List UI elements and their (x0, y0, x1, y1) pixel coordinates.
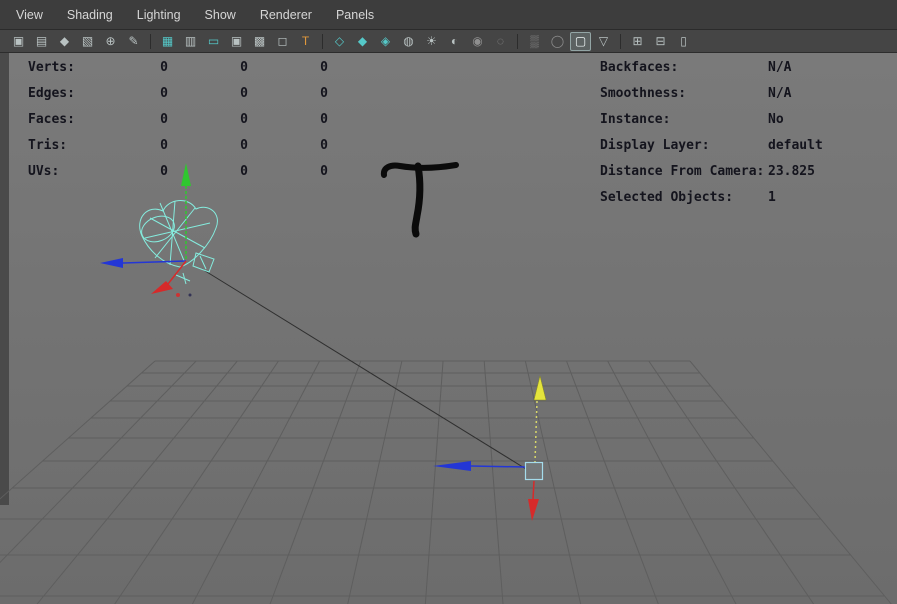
scene-canvas (0, 53, 897, 604)
panel-menubar: View Shading Lighting Show Renderer Pane… (0, 0, 897, 30)
z-axis-shaft[interactable] (123, 261, 186, 263)
menu-show[interactable]: Show (205, 8, 236, 22)
menu-renderer[interactable]: Renderer (260, 8, 312, 22)
safe-action-icon[interactable]: ◻ (272, 32, 293, 51)
viewport-toolbar: ▣▤◆▧⊕✎▦▥▭▣▩◻T◇◆◈◍☀◐◉◌▒◯▢▽⊞⊟▯ (0, 30, 897, 53)
multisample-icon[interactable]: ▒ (524, 32, 545, 51)
xray-icon[interactable]: ▽ (593, 32, 614, 51)
safe-title-icon[interactable]: T (295, 32, 316, 51)
smooth-shade-icon[interactable]: ◆ (352, 32, 373, 51)
toolbar-separator (150, 34, 151, 49)
menu-panels[interactable]: Panels (336, 8, 374, 22)
toolbar-separator (620, 34, 621, 49)
select-camera-icon[interactable]: ▣ (8, 32, 29, 51)
t-curve-object[interactable] (384, 165, 456, 234)
mesh-vertex-marker-red (176, 293, 180, 297)
exposure-icon[interactable]: ⊞ (627, 32, 648, 51)
toolbar-separator (322, 34, 323, 49)
selection-box[interactable] (526, 463, 543, 480)
shadows-icon[interactable]: ◐ (444, 32, 465, 51)
pivot-connector-line (202, 269, 526, 469)
z-axis-arrow[interactable] (100, 258, 123, 268)
mesh-vertex-marker-dark (189, 294, 192, 297)
image-plane-icon[interactable]: ▧ (77, 32, 98, 51)
film-gate-icon[interactable]: ▥ (180, 32, 201, 51)
maya-viewport-panel: View Shading Lighting Show Renderer Pane… (0, 0, 897, 604)
perspective-viewport[interactable]: Verts: 0 0 0 Edges: 0 0 0 Faces: 0 0 0 T… (0, 53, 897, 604)
x-axis-arrow[interactable] (528, 499, 539, 521)
gamma-icon[interactable]: ⊟ (650, 32, 671, 51)
y-axis-arrow[interactable] (181, 163, 191, 186)
menu-view[interactable]: View (16, 8, 43, 22)
ground-grid (0, 361, 892, 604)
active-axis-arrow-yellow[interactable] (534, 376, 546, 400)
wireframe-icon[interactable]: ◇ (329, 32, 350, 51)
use-default-material-icon[interactable]: ◍ (398, 32, 419, 51)
toolbar-separator (517, 34, 518, 49)
x-axis-shaft[interactable] (533, 481, 534, 499)
move-manipulator-selected[interactable] (433, 376, 546, 521)
grease-pencil-icon[interactable]: ✎ (123, 32, 144, 51)
depth-of-field-icon[interactable]: ◯ (547, 32, 568, 51)
resolution-gate-icon[interactable]: ▭ (203, 32, 224, 51)
z-axis-shaft[interactable] (471, 466, 525, 467)
view-transform-icon[interactable]: ▯ (673, 32, 694, 51)
field-chart-icon[interactable]: ▩ (249, 32, 270, 51)
two-d-pan-zoom-icon[interactable]: ⊕ (100, 32, 121, 51)
menu-shading[interactable]: Shading (67, 8, 113, 22)
camera-attributes-icon[interactable]: ▤ (31, 32, 52, 51)
grid-icon[interactable]: ▦ (157, 32, 178, 51)
motion-blur-icon[interactable]: ◌ (490, 32, 511, 51)
z-axis-arrow[interactable] (433, 461, 471, 471)
screen-space-ao-icon[interactable]: ◉ (467, 32, 488, 51)
isolate-select-icon[interactable]: ▢ (570, 32, 591, 51)
gate-mask-icon[interactable]: ▣ (226, 32, 247, 51)
textured-icon[interactable]: ◈ (375, 32, 396, 51)
lighting-icon[interactable]: ☀ (421, 32, 442, 51)
bookmark-icon[interactable]: ◆ (54, 32, 75, 51)
move-manipulator-object[interactable] (100, 163, 191, 294)
menu-lighting[interactable]: Lighting (137, 8, 181, 22)
